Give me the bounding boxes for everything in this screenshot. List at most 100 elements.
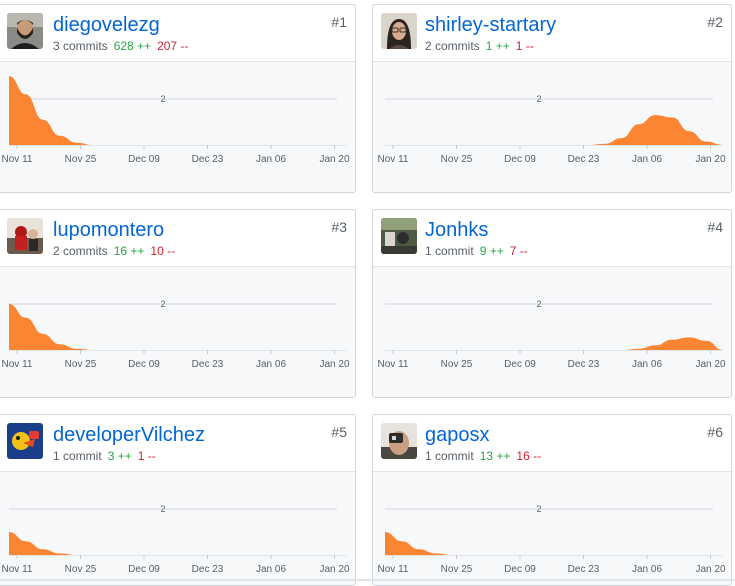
x-tick-label: Jan 20	[695, 359, 725, 370]
x-tick-label: Nov 11	[378, 154, 409, 165]
y-gridline-label: 2	[536, 94, 541, 104]
y-gridline-label: 2	[536, 299, 541, 309]
avatar[interactable]	[381, 218, 417, 254]
rank-label: #5	[331, 424, 347, 440]
contributor-card: developerVilchez 1 commit 3 ++ 1 -- #5 2 No…	[0, 414, 356, 586]
commit-stats: 3 commits 628 ++ 207 --	[53, 38, 188, 54]
deletions-count: 16 --	[516, 449, 542, 463]
x-tick-label: Nov 25	[441, 564, 473, 575]
commit-count[interactable]: 3 commits	[53, 39, 108, 53]
x-tick-label: Dec 09	[504, 359, 536, 370]
username-link[interactable]: gaposx	[425, 423, 490, 447]
commit-count[interactable]: 2 commits	[53, 244, 108, 258]
x-tick-label: Dec 09	[128, 154, 160, 165]
commit-count[interactable]: 1 commit	[425, 449, 474, 463]
activity-area	[9, 304, 347, 350]
commit-count[interactable]: 1 commit	[425, 244, 474, 258]
contributor-card: lupomontero 2 commits 16 ++ 10 -- #3 2 Nov …	[0, 209, 356, 398]
contributor-card: diegovelezg 3 commits 628 ++ 207 -- #1 2 No…	[0, 4, 356, 193]
activity-chart: 2 Nov 11 Nov 25 Dec 09 Dec 23 Jan 06 Jan 20	[0, 472, 355, 585]
x-tick-label: Nov 11	[378, 564, 409, 575]
x-tick-label: Nov 25	[441, 359, 473, 370]
contributor-card: gaposx 1 commit 13 ++ 16 -- #6 2 Nov 11 Nov …	[372, 414, 732, 586]
y-gridline-label: 2	[160, 299, 165, 309]
rank-label: #2	[707, 14, 723, 30]
contributor-card: Jonhks 1 commit 9 ++ 7 -- #4 2 Nov 11 Nov 25…	[372, 209, 732, 398]
activity-chart-svg: 2 Nov 11 Nov 25 Dec 09 Dec 23 Jan 06 Jan 20	[378, 504, 726, 575]
x-tick-label: Dec 23	[192, 564, 224, 575]
avatar[interactable]	[381, 13, 417, 49]
x-tick-label: Jan 06	[256, 154, 286, 165]
activity-area	[385, 337, 723, 350]
commit-count[interactable]: 2 commits	[425, 39, 480, 53]
x-tick-label: Dec 23	[192, 359, 224, 370]
username-link[interactable]: Jonhks	[425, 218, 488, 242]
card-header: diegovelezg 3 commits 628 ++ 207 -- #1	[0, 5, 355, 62]
card-header: lupomontero 2 commits 16 ++ 10 -- #3	[0, 210, 355, 267]
commit-stats: 1 commit 9 ++ 7 --	[425, 243, 528, 259]
x-tick-label: Jan 06	[632, 154, 662, 165]
activity-chart-svg: 2 Nov 11 Nov 25 Dec 09 Dec 23 Jan 06 Jan 20	[2, 299, 350, 370]
x-tick-label: Nov 11	[2, 154, 33, 165]
additions-count: 1 ++	[485, 39, 510, 53]
additions-count: 628 ++	[113, 39, 152, 53]
x-tick-label: Dec 23	[568, 359, 600, 370]
activity-area	[9, 532, 347, 555]
x-tick-label: Jan 20	[695, 154, 725, 165]
deletions-count: 1 --	[137, 449, 156, 463]
avatar[interactable]	[7, 423, 43, 459]
x-tick-label: Nov 25	[65, 154, 97, 165]
x-tick-label: Nov 25	[65, 359, 97, 370]
activity-chart: 2 Nov 11 Nov 25 Dec 09 Dec 23 Jan 06 Jan 20	[0, 62, 355, 192]
y-gridline-label: 2	[160, 504, 165, 514]
activity-chart: 2 Nov 11 Nov 25 Dec 09 Dec 23 Jan 06 Jan 20	[0, 267, 355, 397]
avatar[interactable]	[381, 423, 417, 459]
x-tick-label: Dec 09	[504, 154, 536, 165]
x-tick-label: Dec 09	[128, 564, 160, 575]
x-tick-label: Dec 23	[192, 154, 224, 165]
x-tick-label: Jan 06	[632, 359, 662, 370]
rank-label: #1	[331, 14, 347, 30]
card-header: gaposx 1 commit 13 ++ 16 -- #6	[373, 415, 731, 472]
x-tick-label: Nov 11	[2, 564, 33, 575]
y-gridline-label: 2	[536, 504, 541, 514]
activity-chart: 2 Nov 11 Nov 25 Dec 09 Dec 23 Jan 06 Jan 20	[373, 267, 731, 397]
commit-count[interactable]: 1 commit	[53, 449, 102, 463]
card-header: shirley-startary 2 commits 1 ++ 1 -- #2	[373, 5, 731, 62]
x-tick-label: Dec 23	[568, 154, 600, 165]
x-tick-label: Jan 20	[695, 564, 725, 575]
commit-stats: 1 commit 3 ++ 1 --	[53, 448, 156, 464]
avatar[interactable]	[7, 13, 43, 49]
deletions-count: 207 --	[157, 39, 189, 53]
activity-area	[385, 532, 723, 555]
username-link[interactable]: shirley-startary	[425, 13, 556, 37]
deletions-count: 7 --	[509, 244, 528, 258]
avatar[interactable]	[7, 218, 43, 254]
x-tick-label: Jan 20	[319, 359, 349, 370]
x-tick-label: Nov 11	[2, 359, 33, 370]
x-tick-label: Dec 09	[504, 564, 536, 575]
x-tick-label: Nov 25	[65, 564, 97, 575]
activity-chart-svg: 2 Nov 11 Nov 25 Dec 09 Dec 23 Jan 06 Jan 20	[378, 94, 726, 165]
additions-count: 16 ++	[113, 244, 145, 258]
activity-chart-svg: 2 Nov 11 Nov 25 Dec 09 Dec 23 Jan 06 Jan 20	[2, 76, 350, 165]
username-link[interactable]: lupomontero	[53, 218, 164, 242]
rank-label: #3	[331, 219, 347, 235]
activity-area	[9, 76, 347, 145]
x-tick-label: Dec 09	[128, 359, 160, 370]
username-link[interactable]: diegovelezg	[53, 13, 160, 37]
card-header: Jonhks 1 commit 9 ++ 7 -- #4	[373, 210, 731, 267]
additions-count: 9 ++	[479, 244, 504, 258]
deletions-count: 1 --	[515, 39, 534, 53]
x-tick-label: Jan 06	[256, 564, 286, 575]
x-tick-label: Jan 06	[632, 564, 662, 575]
username-link[interactable]: developerVilchez	[53, 423, 205, 447]
activity-chart: 2 Nov 11 Nov 25 Dec 09 Dec 23 Jan 06 Jan 20	[373, 472, 731, 585]
x-tick-label: Jan 20	[319, 564, 349, 575]
y-gridline-label: 2	[160, 94, 165, 104]
contributor-card: shirley-startary 2 commits 1 ++ 1 -- #2 2 N…	[372, 4, 732, 193]
deletions-count: 10 --	[150, 244, 176, 258]
commit-stats: 1 commit 13 ++ 16 --	[425, 448, 541, 464]
activity-area	[385, 115, 723, 145]
additions-count: 3 ++	[107, 449, 132, 463]
